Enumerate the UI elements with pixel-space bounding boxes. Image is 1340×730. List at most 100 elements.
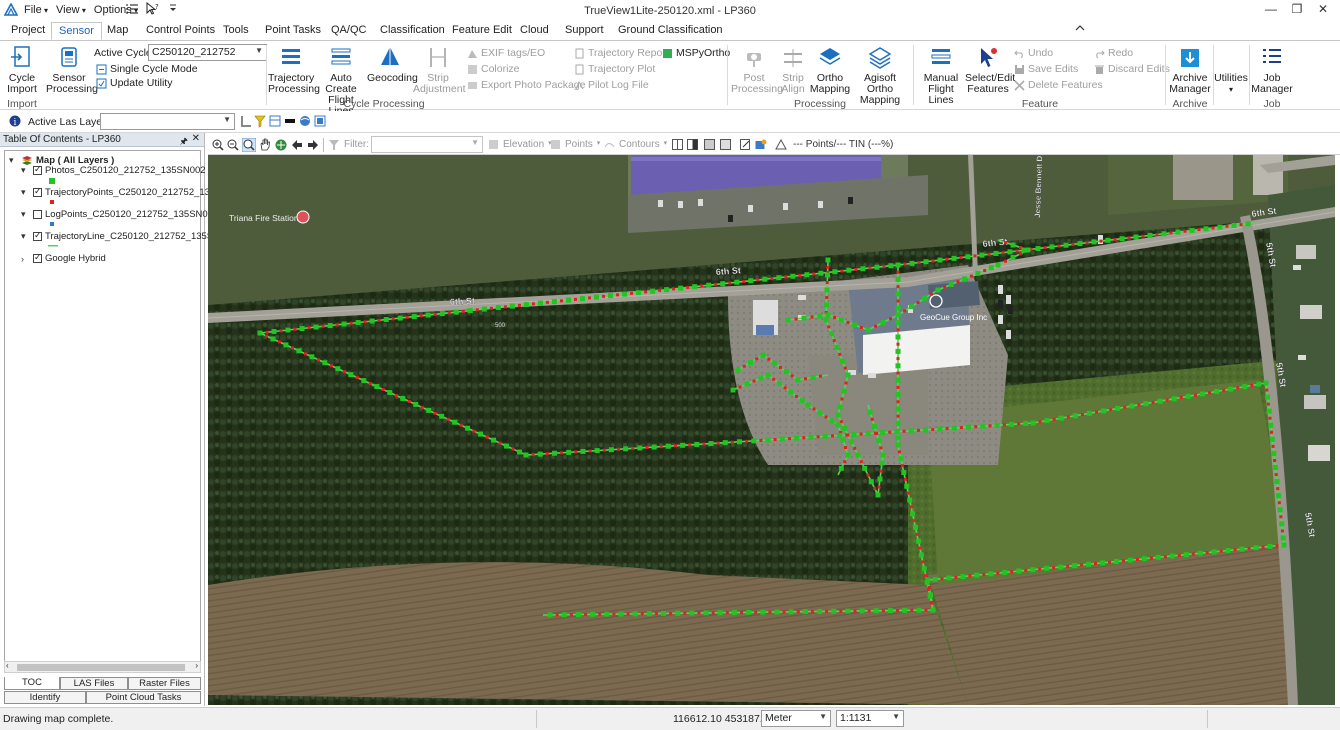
trajectory-point-marker[interactable] <box>824 415 828 419</box>
trajectory-point-marker[interactable] <box>686 285 690 289</box>
trajectory-point-marker[interactable] <box>1211 226 1215 230</box>
trajectory-point-marker[interactable] <box>405 315 409 319</box>
photo-point-marker[interactable] <box>993 250 999 256</box>
single-cycle-mode-button[interactable]: Single Cycle Mode <box>96 63 198 75</box>
layer-trajectory-points[interactable]: ▾ TrajectoryPoints_C250120_212752_135SN0… <box>21 186 239 198</box>
trajectory-point-marker[interactable] <box>1193 393 1197 397</box>
trajectory-point-marker[interactable] <box>825 281 829 284</box>
photo-point-marker[interactable] <box>547 612 553 618</box>
trajectory-point-marker[interactable] <box>277 340 281 344</box>
photo-point-marker[interactable] <box>895 276 901 282</box>
photo-point-marker[interactable] <box>580 448 586 454</box>
photo-point-marker[interactable] <box>309 354 315 360</box>
trajectory-point-marker[interactable] <box>903 309 907 313</box>
photo-point-marker[interactable] <box>965 254 971 260</box>
collapse-icon[interactable]: ▾ <box>21 209 30 220</box>
trajectory-point-marker[interactable] <box>916 428 920 432</box>
trajectory-point-marker[interactable] <box>902 429 906 433</box>
trajectory-point-marker[interactable] <box>738 385 742 389</box>
photo-point-marker[interactable] <box>901 470 907 475</box>
ruler-icon[interactable] <box>240 115 252 128</box>
trajectory-point-marker[interactable] <box>279 329 283 333</box>
trajectory-point-marker[interactable] <box>1024 568 1028 572</box>
trajectory-point-marker[interactable] <box>654 612 658 616</box>
photo-point-marker[interactable] <box>1256 381 1262 387</box>
trajectory-point-marker[interactable] <box>745 439 749 443</box>
photo-point-marker[interactable] <box>335 366 341 372</box>
photo-point-marker[interactable] <box>1035 246 1041 252</box>
trajectory-point-marker[interactable] <box>616 293 620 297</box>
photo-point-marker[interactable] <box>361 378 367 384</box>
photo-point-marker[interactable] <box>1147 232 1153 238</box>
trajectory-point-marker[interactable] <box>945 257 949 261</box>
trajectory-point-marker[interactable] <box>1205 551 1209 555</box>
trajectory-point-marker[interactable] <box>574 450 578 454</box>
trajectory-point-marker[interactable] <box>784 275 788 279</box>
trajectory-point-marker[interactable] <box>316 358 320 362</box>
trajectory-point-marker[interactable] <box>742 364 746 368</box>
photo-point-marker[interactable] <box>751 438 757 444</box>
layer-trajectory-line[interactable]: ▾ TrajectoryLine_C250120_212752_135SN002 <box>21 230 236 242</box>
trajectory-point-marker[interactable] <box>854 267 858 271</box>
trajectory-point-marker[interactable] <box>896 328 900 332</box>
trajectory-point-marker[interactable] <box>1071 242 1075 246</box>
trajectory-point-marker[interactable] <box>1265 388 1269 392</box>
trajectory-point-marker[interactable] <box>475 308 479 312</box>
trajectory-point-marker[interactable] <box>697 611 701 615</box>
help-pointer-icon[interactable]: ? <box>146 2 160 16</box>
photo-point-marker[interactable] <box>980 423 986 429</box>
photo-point-marker[interactable] <box>898 456 904 462</box>
photo-point-marker[interactable] <box>974 572 980 578</box>
photo-point-marker[interactable] <box>1271 450 1277 456</box>
trajectory-point-marker[interactable] <box>447 311 451 315</box>
photo-point-marker[interactable] <box>908 428 914 434</box>
photo-point-marker[interactable] <box>400 395 406 401</box>
photo-point-marker[interactable] <box>1030 420 1036 426</box>
photo-point-marker[interactable] <box>937 257 943 263</box>
trajectory-point-marker[interactable] <box>1141 234 1145 238</box>
trajectory-point-marker[interactable] <box>756 278 760 282</box>
trajectory-point-marker[interactable] <box>840 269 844 273</box>
trajectory-point-marker[interactable] <box>759 438 763 442</box>
photo-point-marker[interactable] <box>481 306 487 312</box>
trajectory-point-marker[interactable] <box>924 608 928 612</box>
photo-point-marker[interactable] <box>523 452 529 458</box>
photo-point-marker[interactable] <box>923 427 929 433</box>
photo-point-marker[interactable] <box>951 425 957 431</box>
close-panel-icon[interactable]: ✕ <box>192 133 200 144</box>
trajectory-point-marker[interactable] <box>588 449 592 453</box>
trajectory-point-marker[interactable] <box>1113 237 1117 241</box>
photo-point-marker[interactable] <box>817 608 823 614</box>
photo-point-marker[interactable] <box>834 345 840 350</box>
trajectory-point-marker[interactable] <box>1222 388 1226 392</box>
trajectory-point-marker[interactable] <box>896 385 900 389</box>
photo-point-marker[interactable] <box>717 610 723 616</box>
trajectory-point-marker[interactable] <box>870 417 874 421</box>
trajectory-point-marker[interactable] <box>1001 251 1005 255</box>
trajectory-point-marker[interactable] <box>921 560 925 564</box>
photo-point-marker[interactable] <box>504 443 510 449</box>
layer-log-points[interactable]: ▾ LogPoints_C250120_212752_135SN002 <box>21 209 218 220</box>
trajectory-point-marker[interactable] <box>844 446 847 449</box>
trajectory-point-marker[interactable] <box>1276 487 1280 491</box>
photo-point-marker[interactable] <box>758 375 764 381</box>
photo-point-marker[interactable] <box>413 401 419 407</box>
trajectory-point-marker[interactable] <box>588 296 592 300</box>
utilities-button[interactable]: Utilities ▾ <box>1214 73 1248 95</box>
trajectory-point-marker[interactable] <box>461 309 465 313</box>
photo-point-marker[interactable] <box>966 424 972 430</box>
trajectory-processing-button[interactable]: Trajectory Processing <box>268 45 320 95</box>
trajectory-point-marker[interactable] <box>1273 458 1277 462</box>
trajectory-point-marker[interactable] <box>335 323 339 327</box>
photo-point-marker[interactable] <box>762 276 768 282</box>
photo-point-marker[interactable] <box>1265 394 1271 400</box>
trajectory-point-marker[interactable] <box>927 587 931 591</box>
photo-point-marker[interactable] <box>895 442 901 448</box>
scale-combo[interactable]: 1:1131 ▼ <box>836 710 904 727</box>
trajectory-point-marker[interactable] <box>1208 391 1212 395</box>
trajectory-point-marker[interactable] <box>802 436 806 440</box>
trajectory-point-marker[interactable] <box>754 610 758 614</box>
photo-point-marker[interactable] <box>1280 535 1286 541</box>
photo-point-marker[interactable] <box>910 511 916 517</box>
photo-point-marker[interactable] <box>824 302 829 308</box>
